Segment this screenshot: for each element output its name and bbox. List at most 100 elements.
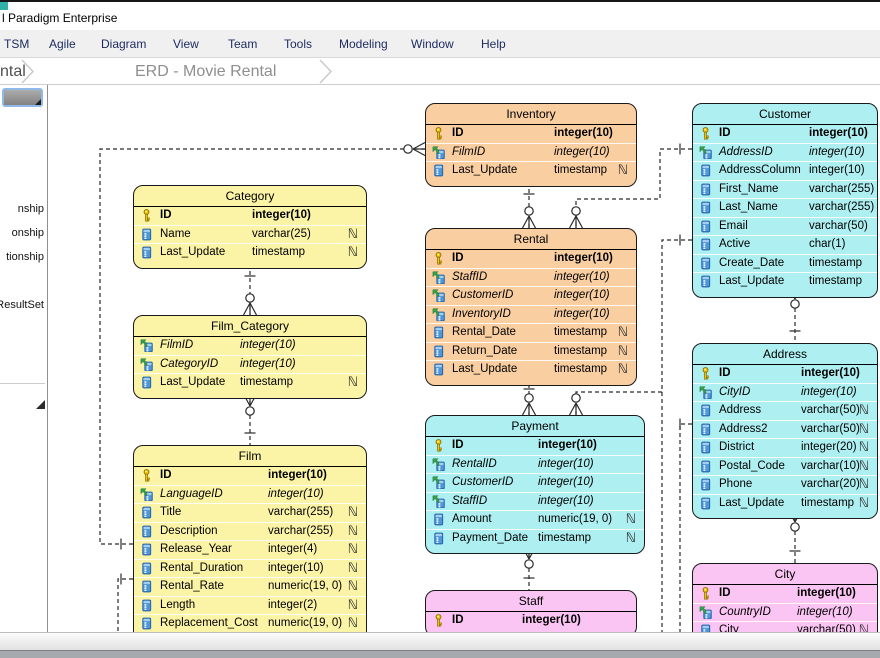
palette-selected-tool[interactable] [2,88,43,107]
column-row[interactable]: Last_Updatetimestampℕ [134,373,366,392]
entity-payment[interactable]: PaymentIDinteger(10)RentalIDinteger(10)C… [425,415,645,554]
window-title: l Paradigm Enterprise [2,2,117,32]
column-row[interactable]: RentalIDinteger(10) [426,455,644,474]
palette-item-resultset[interactable]: ResultSet [0,298,44,312]
column-icon [140,506,153,519]
entity-address[interactable]: AddressIDinteger(10)CityIDinteger(10)Add… [692,343,878,519]
column-row[interactable]: CategoryIDinteger(10) [134,355,366,374]
entity-customer[interactable]: CustomerIDinteger(10)AddressIDinteger(10… [692,103,878,298]
column-row[interactable]: Rental_Ratenumeric(19, 0)ℕ [134,577,366,596]
menu-item-team[interactable]: Team [224,30,261,58]
palette-item-nship[interactable]: nship [18,202,44,216]
column-row[interactable]: IDinteger(10) [426,612,636,630]
column-row[interactable]: Address2varchar(50)ℕ [693,420,877,439]
column-row[interactable]: Emailvarchar(50) [693,217,877,236]
column-row[interactable]: IDinteger(10) [134,467,366,485]
column-row[interactable]: Release_Yearinteger(4)ℕ [134,540,366,559]
column-type: integer(10) [554,306,610,324]
column-name: Create_Date [719,255,784,273]
column-row[interactable]: IDinteger(10) [134,207,366,225]
column-row[interactable]: Last_Updatetimestampℕ [693,494,877,513]
column-row[interactable]: Last_Updatetimestampℕ [426,161,636,180]
column-row[interactable]: CustomerIDinteger(10) [426,473,644,492]
column-row[interactable]: Descriptionvarchar(255)ℕ [134,522,366,541]
column-row[interactable]: CustomerIDinteger(10) [426,286,636,305]
entity-inventory[interactable]: InventoryIDinteger(10)FilmIDinteger(10)L… [425,103,637,187]
entity-staff[interactable]: StaffIDinteger(10) [425,590,637,632]
column-row[interactable]: Lengthinteger(2)ℕ [134,596,366,615]
column-row[interactable]: IDinteger(10) [426,437,644,455]
column-row[interactable]: Namevarchar(25)ℕ [134,225,366,244]
column-row[interactable]: IDinteger(10) [426,250,636,268]
palette-item-tionship[interactable]: tionship [6,250,44,264]
menu-item-modeling[interactable]: Modeling [335,30,392,58]
menu-item-diagram[interactable]: Diagram [97,30,150,58]
column-row[interactable]: IDinteger(10) [693,125,877,143]
column-row[interactable]: Titlevarchar(255)ℕ [134,503,366,522]
column-row[interactable]: FilmIDinteger(10) [426,143,636,162]
entity-film[interactable]: FilmIDinteger(10)LanguageIDinteger(10)Ti… [133,445,367,632]
menu-item-tools[interactable]: Tools [280,30,316,58]
menu-item-view[interactable]: View [169,30,203,58]
palette-group-expander-icon[interactable] [36,400,45,409]
column-name: ID [452,437,464,455]
column-row[interactable]: Replacement_Costnumeric(19, 0)ℕ [134,614,366,632]
column-row[interactable]: First_Namevarchar(255) [693,180,877,199]
column-row[interactable]: Create_Date timestamp [693,254,877,273]
column-row[interactable]: CityIDinteger(10) [693,383,877,402]
column-row[interactable]: Addressvarchar(50)ℕ [693,401,877,420]
column-row[interactable]: IDinteger(10) [693,585,877,603]
column-row[interactable]: Activechar(1) [693,235,877,254]
menu-item-help[interactable]: Help [477,30,510,58]
column-row[interactable]: Rental_Datetimestampℕ [426,323,636,342]
column-type: timestamp [809,255,862,273]
entity-film_category[interactable]: Film_CategoryFilmIDinteger(10)CategoryID… [133,315,367,399]
horizontal-scroll-panel[interactable] [0,632,880,650]
column-row[interactable]: Amountnumeric(19, 0)ℕ [426,510,644,529]
column-row[interactable]: Return_Datetimestampℕ [426,342,636,361]
column-name: ID [452,612,464,630]
column-row[interactable]: FilmIDinteger(10) [134,337,366,355]
column-row[interactable]: AddressIDinteger(10) [693,143,877,162]
entity-title: Staff [426,591,636,612]
column-row[interactable]: Payment_Datetimestampℕ [426,529,644,548]
column-row[interactable]: StaffIDinteger(10) [426,492,644,511]
entity-rental[interactable]: RentalIDinteger(10)StaffIDinteger(10)Cus… [425,228,637,386]
column-type: integer(10) [809,162,865,180]
column-icon [140,376,153,389]
column-row[interactable]: IDinteger(10) [693,365,877,383]
column-row[interactable]: Last_Namevarchar(255) [693,198,877,217]
entity-category[interactable]: CategoryIDinteger(10)Namevarchar(25)ℕLas… [133,185,367,269]
breadcrumb-item-erd-movie-rental[interactable]: ERD - Movie Rental [135,58,276,85]
entity-city[interactable]: CityIDinteger(10)CountryIDinteger(10)Cit… [692,563,878,632]
column-row[interactable]: Last_Updatetimestamp [693,272,877,291]
column-row[interactable]: StaffIDinteger(10) [426,268,636,287]
column-row[interactable]: Last_Updatetimestampℕ [134,243,366,262]
menu-item-tsm[interactable]: TSM [0,30,33,58]
column-row[interactable]: CountryIDinteger(10) [693,603,877,622]
column-row[interactable]: Postal_Codevarchar(10)ℕ [693,457,877,476]
status-bar [0,650,880,658]
column-row[interactable]: Rental_Durationinteger(10)ℕ [134,559,366,578]
column-row[interactable]: IDinteger(10) [426,125,636,143]
menu-item-window[interactable]: Window [407,30,458,58]
column-row[interactable]: InventoryIDinteger(10) [426,305,636,324]
foreign-key-icon [140,358,153,371]
column-row[interactable]: Last_Updatetimestampℕ [426,360,636,379]
column-name: CustomerID [452,474,513,492]
breadcrumb-item-movie-rental[interactable]: ntal [0,58,26,85]
column-type: varchar(255) [268,504,333,522]
diagram-canvas[interactable]: InventoryIDinteger(10)FilmIDinteger(10)L… [49,85,880,632]
menu-item-agile[interactable]: Agile [45,30,80,58]
column-row[interactable]: AddressColumninteger(10) [693,161,877,180]
foreign-key-icon [699,386,712,399]
column-row[interactable]: LanguageIDinteger(10) [134,485,366,504]
nullable-icon: ℕ [626,511,636,529]
nullable-icon: ℕ [626,530,636,548]
palette-divider [0,383,45,384]
palette-item-onship[interactable]: onship [12,226,44,240]
column-row[interactable]: Districtinteger(20)ℕ [693,438,877,457]
column-row[interactable]: Cityvarchar(50)ℕ [693,621,877,632]
column-row[interactable]: Phonevarchar(20)ℕ [693,475,877,494]
column-icon [432,532,445,545]
